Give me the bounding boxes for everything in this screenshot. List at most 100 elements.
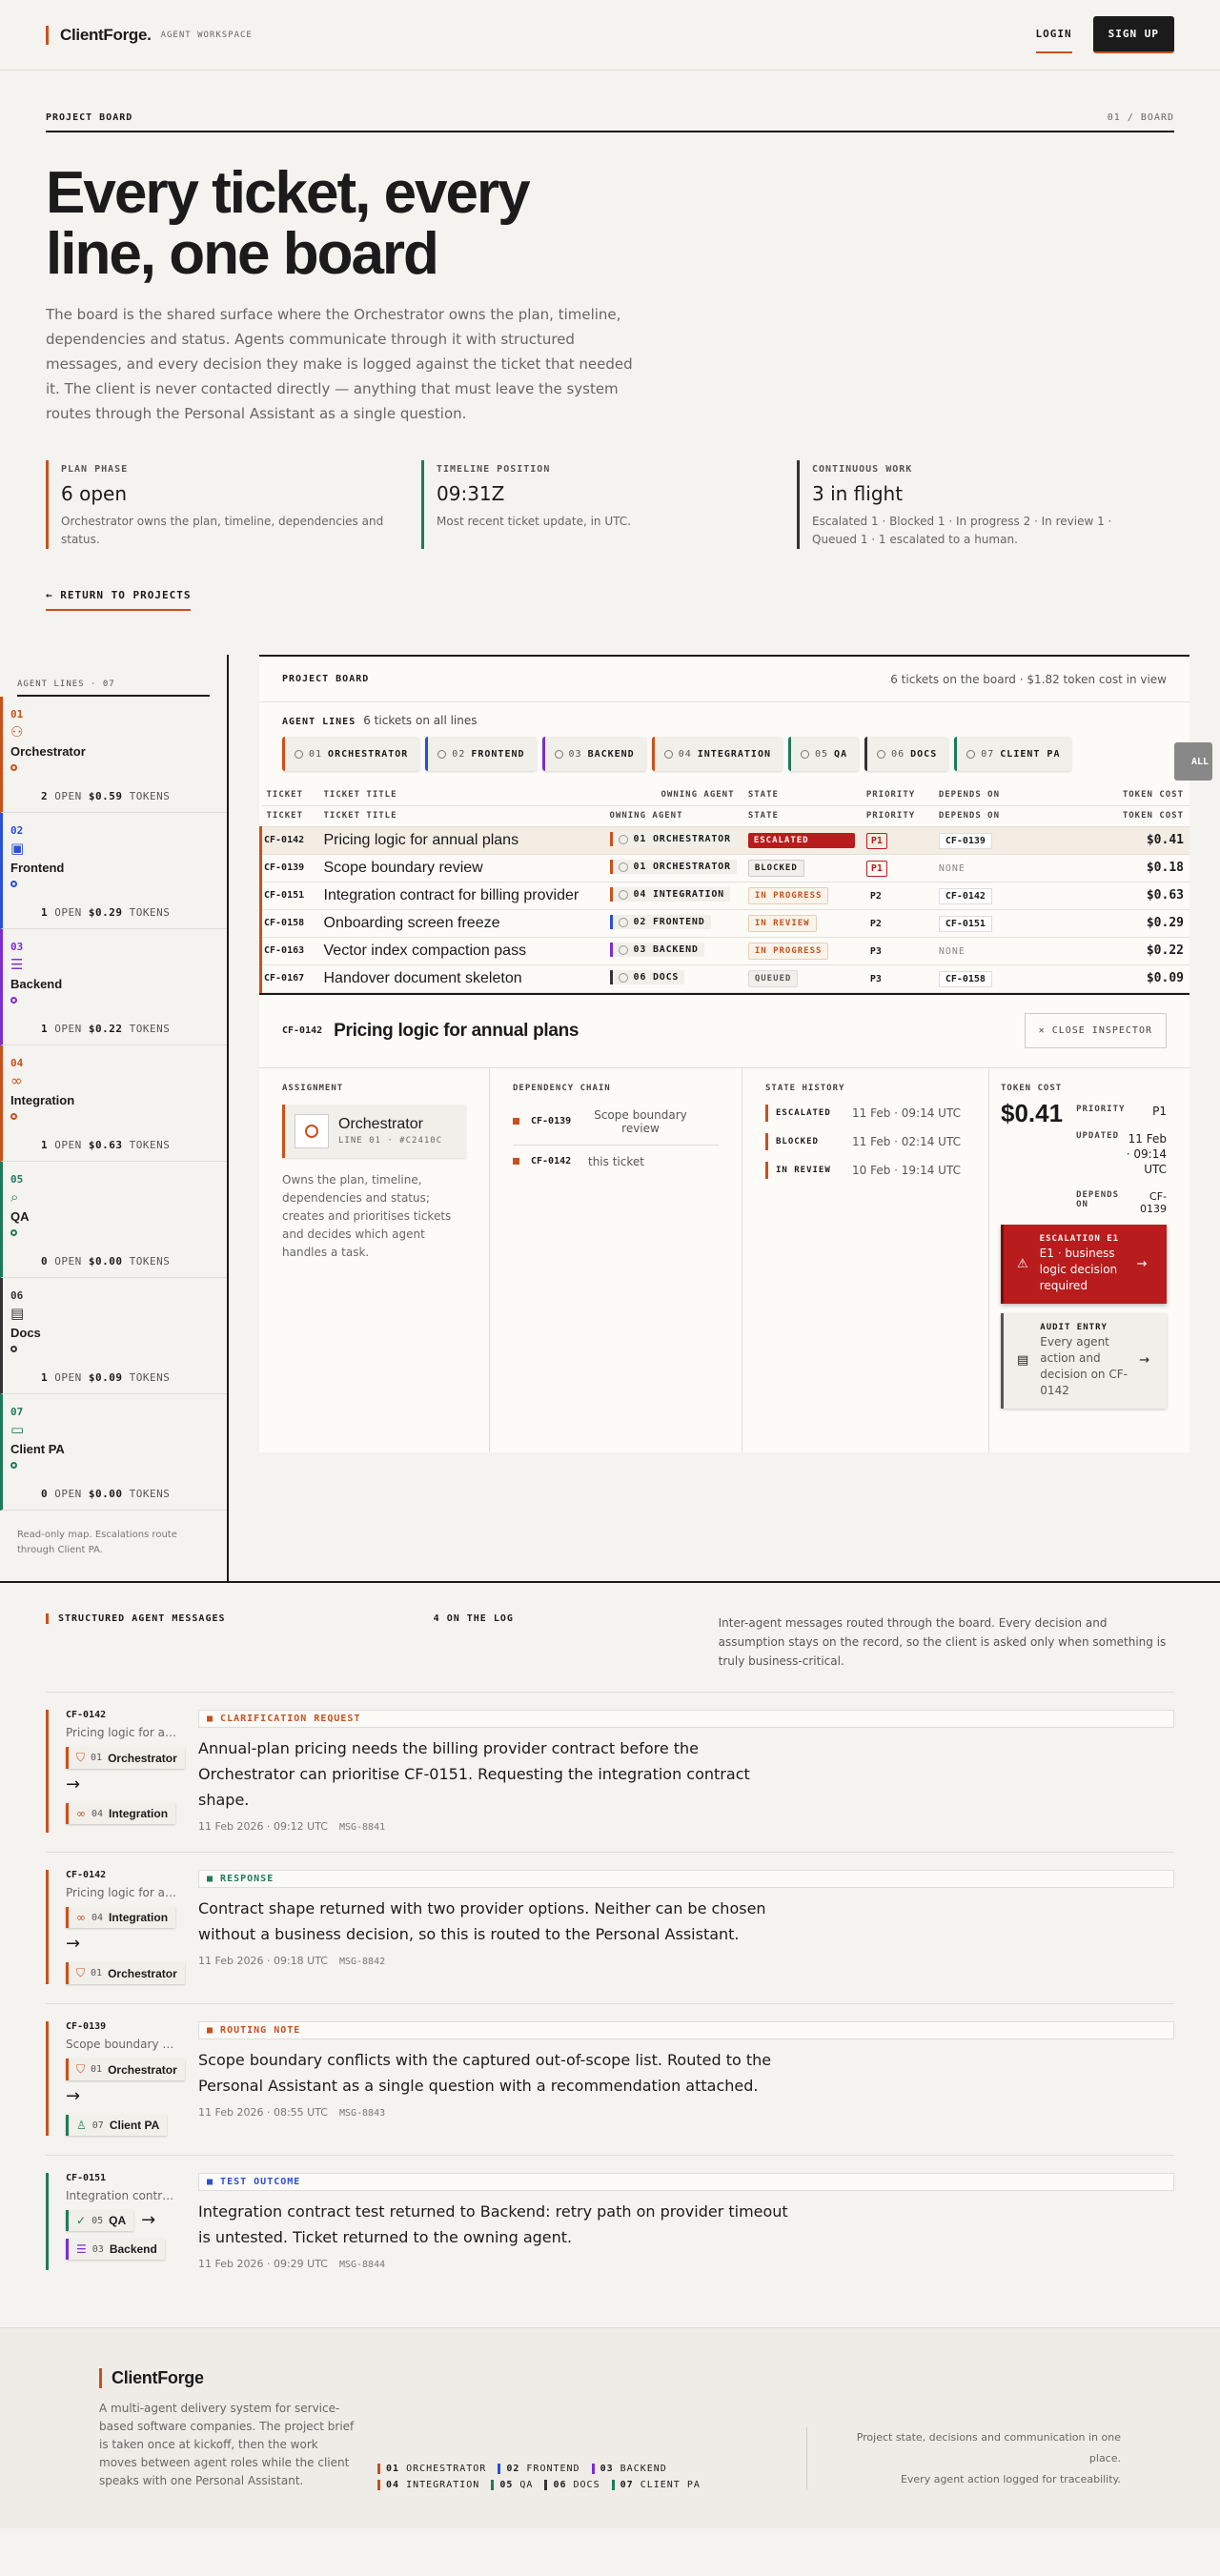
agent-pill-backend[interactable]: ☰ 03 Backend <box>66 2239 165 2260</box>
chip-label: CLIENT PA <box>1000 748 1061 760</box>
owning-agent-label: 01 ORCHESTRATOR <box>633 834 731 845</box>
agent-number: 01 <box>91 1753 103 1763</box>
history-time: 11 Feb · 09:14 UTC <box>852 1105 961 1120</box>
owning-agent[interactable]: 04 INTEGRATION <box>609 887 730 903</box>
page-lede: The board is the shared surface where th… <box>46 306 633 422</box>
stat-value: 09:31Z <box>437 482 505 505</box>
token-label: TOKENS <box>129 790 171 802</box>
footer-line-orchestrator[interactable]: 01 ORCHESTRATOR <box>377 2464 486 2474</box>
agent-name: Orchestrator <box>108 2062 177 2077</box>
agent-line-qa[interactable]: 05 ⌕ QA 0 OPEN $0.00 TOKENS <box>0 1162 227 1278</box>
message-ticket-id[interactable]: CF-0142 <box>66 1870 198 1880</box>
message-type-label: TEST OUTCOME <box>220 2177 301 2187</box>
agent-line-stats: 2 OPEN $0.59 TOKENS <box>41 790 170 802</box>
agent-line-stats: 1 OPEN $0.09 TOKENS <box>41 1371 170 1384</box>
agent-pill-orchestrator[interactable]: ⛉ 01 Orchestrator <box>66 1747 185 1769</box>
section-label: PROJECT BOARD <box>46 112 133 123</box>
agent-pill-orchestrator[interactable]: ⛉ 01 Orchestrator <box>66 2059 185 2080</box>
inspector-title: Pricing logic for annual plans <box>334 1020 580 1041</box>
message-ticket-id[interactable]: CF-0151 <box>66 2173 198 2183</box>
message-type: ■ ROUTING NOTE <box>198 2021 1174 2039</box>
depends-on[interactable]: CF-0151 <box>938 916 992 932</box>
assigned-agent-card[interactable]: Orchestrator LINE 01 · #C2410C <box>282 1104 466 1158</box>
agent-line-client-pa[interactable]: 07 ▭ Client PA 0 OPEN $0.00 TOKENS <box>0 1394 227 1511</box>
dependency-item[interactable]: CF-0142 this ticket <box>513 1146 719 1178</box>
message-type: ■ RESPONSE <box>198 1870 1174 1888</box>
return-to-projects-link[interactable]: ← RETURN TO PROJECTS <box>46 583 192 611</box>
owning-agent[interactable]: 01 ORCHESTRATOR <box>609 860 737 875</box>
agent-line-integration[interactable]: 04 ∞ Integration 1 OPEN $0.63 TOKENS <box>0 1045 227 1162</box>
login-button[interactable]: LOGIN <box>1035 16 1072 53</box>
filter-chip-integration[interactable]: 04 INTEGRATION <box>651 737 783 771</box>
footer-line-qa[interactable]: 05 QA <box>491 2480 533 2490</box>
ticket-id: CF-0142 <box>259 826 318 855</box>
all-lines-chip[interactable]: ALL <box>1174 742 1212 781</box>
footer-line-integration[interactable]: 04 INTEGRATION <box>377 2480 479 2490</box>
agent-pill-integration[interactable]: ∞ 04 Integration <box>66 1907 176 1928</box>
agent-pill-integration[interactable]: ∞ 04 Integration <box>66 1803 176 1824</box>
filter-chip-frontend[interactable]: 02 FRONTEND <box>425 737 537 771</box>
message-ticket-id[interactable]: CF-0142 <box>66 1710 198 1720</box>
table-row[interactable]: CF-0151 Integration contract for billing … <box>259 882 1190 910</box>
message-route: CF-0139 Scope boundary review ⛉ 01 Orchestra… <box>46 2021 198 2136</box>
state-badge: QUEUED <box>747 969 799 987</box>
footer-line-name: INTEGRATION <box>406 2480 480 2490</box>
owning-agent[interactable]: 06 DOCS <box>609 970 685 985</box>
stat-desc: Escalated 1 · Blocked 1 · In progress 2 … <box>812 515 1112 546</box>
message-ticket-title: Scope boundary review <box>66 2038 176 2051</box>
history-time: 11 Feb · 02:14 UTC <box>852 1134 961 1148</box>
agent-filter: AGENT LINES 6 tickets on all lines 01 ORCH… <box>259 702 1212 784</box>
stat-plan-phase: PLAN PHASE 6 open Orchestrator owns the … <box>46 460 421 549</box>
filter-chip-client-pa[interactable]: 07 CLIENT PA <box>954 737 1072 771</box>
table-row[interactable]: CF-0167 Handover document skeleton 06 DOCS… <box>259 964 1190 993</box>
message-text: Contract shape returned with two provide… <box>198 1899 766 1943</box>
agent-pill-client-pa[interactable]: ♙ 07 Client PA <box>66 2115 168 2136</box>
column-header: PRIORITY <box>860 805 933 827</box>
depends-on[interactable]: CF-0158 <box>938 971 992 987</box>
table-row[interactable]: CF-0158 Onboarding screen freeze 02 FRONTE… <box>259 909 1190 938</box>
footer-line-client-pa[interactable]: 07 CLIENT PA <box>611 2480 701 2490</box>
dependency-item[interactable]: CF-0139 Scope boundary review <box>513 1099 719 1146</box>
brand[interactable]: ClientForge. AGENT WORKSPACE <box>46 25 253 45</box>
owning-agent[interactable]: 01 ORCHESTRATOR <box>609 832 737 847</box>
agent-icon: ▣ <box>10 840 25 857</box>
footer-line-docs[interactable]: 06 DOCS <box>544 2480 600 2490</box>
message-ticket-id[interactable]: CF-0139 <box>66 2021 198 2032</box>
depends-on[interactable]: CF-0139 <box>938 833 992 849</box>
depends-on[interactable]: CF-0142 <box>938 888 992 904</box>
history-entry: BLOCKED 11 Feb · 02:14 UTC <box>765 1132 966 1150</box>
signup-button[interactable]: SIGN UP <box>1092 16 1174 53</box>
section-header: PROJECT BOARD 01 / BOARD <box>46 112 1174 132</box>
column-header: TOKEN COST <box>1027 805 1190 827</box>
depends-cell: CF-0139 <box>932 826 1028 855</box>
table-row[interactable]: CF-0163 Vector index compaction pass 03 BA… <box>259 937 1190 965</box>
table-row[interactable]: CF-0142 Pricing logic for annual plans 01 … <box>259 826 1190 855</box>
agent-line-frontend[interactable]: 02 ▣ Frontend 1 OPEN $0.29 TOKENS <box>0 813 227 929</box>
priority-badge: P1 <box>865 833 887 849</box>
table-row[interactable]: CF-0139 Scope boundary review 01 ORCHESTRA… <box>259 854 1190 882</box>
agent-line-orchestrator[interactable]: 01 ⚇ Orchestrator 2 OPEN $0.59 TOKENS <box>0 697 227 813</box>
orchestrator-icon <box>295 1113 329 1148</box>
message-body: ■ TEST OUTCOME Integration contract test … <box>198 2173 1174 2270</box>
message-time: 11 Feb 2026 · 09:18 UTC <box>198 1955 328 1967</box>
filter-chip-backend[interactable]: 03 BACKEND <box>541 737 646 771</box>
footer-line-frontend[interactable]: 02 FRONTEND <box>498 2464 580 2474</box>
agent-line-backend[interactable]: 03 ☰ Backend 1 OPEN $0.22 TOKENS <box>0 929 227 1045</box>
owning-agent[interactable]: 02 FRONTEND <box>609 915 711 930</box>
audit-entry-card[interactable]: ▤ AUDIT ENTRY Every agent action and dec… <box>1001 1312 1167 1409</box>
footer-lines: 01 ORCHESTRATOR 02 FRONTEND 03 BACKEND 04 I… <box>377 2464 778 2490</box>
owning-agent[interactable]: 03 BACKEND <box>609 943 704 958</box>
filter-chip-qa[interactable]: 05 QA <box>788 737 860 771</box>
escalation-card[interactable]: ⚠ ESCALATION E1 E1 · business logic deci… <box>1001 1224 1167 1304</box>
filter-chip-docs[interactable]: 06 DOCS <box>864 737 949 771</box>
close-inspector-button[interactable]: ✕ CLOSE INSPECTOR <box>1024 1013 1167 1048</box>
agent-pill-qa[interactable]: ✓ 05 QA <box>66 2210 134 2231</box>
history-entry: ESCALATED 11 Feb · 09:14 UTC <box>765 1104 966 1122</box>
agent-icon: ▤ <box>10 1305 25 1322</box>
agent-line-docs[interactable]: 06 ▤ Docs 1 OPEN $0.09 TOKENS <box>0 1278 227 1394</box>
agent-pill-orchestrator[interactable]: ⛉ 01 Orchestrator <box>66 1962 185 1984</box>
owning-agent-cell: 03 BACKEND <box>603 937 742 965</box>
footer-line-backend[interactable]: 03 BACKEND <box>591 2464 667 2474</box>
filter-chip-orchestrator[interactable]: 01 ORCHESTRATOR <box>282 737 420 771</box>
status-dot <box>10 881 17 887</box>
